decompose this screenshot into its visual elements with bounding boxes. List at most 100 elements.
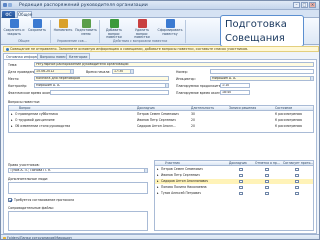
approve-checkbox[interactable] [295,167,299,172]
mark-checkbox[interactable] [265,173,269,178]
save-button[interactable]: Сохранить [26,19,48,39]
planned-end-field[interactable]: 18:40 [220,90,250,95]
expand-icon[interactable]: ▸ [157,185,159,190]
col-speaker[interactable]: Докладчик [137,106,155,111]
attachments-label: Сопроводительные файлы: [8,206,55,210]
group-separator [99,20,100,43]
save-close-icon [9,19,19,28]
controller-field[interactable]: Мирошин А. А. [34,83,169,88]
planned-duration-field[interactable]: 1:10 [220,83,250,88]
table-row[interactable]: ▸ Петров Семен Семенович [155,167,313,172]
participant-name: Тузов Алексей Петрович [161,191,202,195]
expand-icon[interactable]: ▸ [157,179,159,184]
expand-icon[interactable]: ▸ [11,112,13,117]
add-agenda-question-button[interactable]: Добавить вопрос повестки [101,19,127,39]
speaker-checkbox[interactable] [239,191,243,196]
chevron-down-icon[interactable] [310,77,313,80]
delete-question-icon [137,19,147,28]
build-agenda-button[interactable]: Сформировать повестку [157,19,183,39]
group-label-general: Общее [18,39,30,43]
col-question[interactable]: Вопрос [19,106,31,111]
mark-checkbox[interactable] [265,179,269,184]
prepare-menu-button[interactable]: Подготовить меню [75,19,97,39]
col-speaker[interactable]: Докладчик [229,161,247,166]
table-row[interactable]: ▸ Тузов Алексей Петрович [155,191,313,196]
speaker-checkbox[interactable] [239,185,243,190]
table-row[interactable]: ▸ Иванов Петр Сергеевич [155,173,313,178]
delete-agenda-question-button[interactable]: Удалить вопрос повестки [129,19,155,39]
save-and-close-button[interactable]: Сохранить и закрыть [3,19,25,39]
participants-grid-header: Участник Докладчик Отметка о пр... Согла… [155,161,313,166]
mark-checkbox[interactable] [265,167,269,172]
col-mark[interactable]: Отметка о пр... [255,161,281,166]
col-participant[interactable]: Участник [165,161,180,166]
expand-icon[interactable]: ▸ [157,191,159,196]
participant-name: Попова Полина Николаевна [161,185,207,189]
folder-path: Folders\Папки сотрудников\Мирошин [7,236,72,240]
approve-checkbox[interactable] [295,191,299,196]
agenda-grid: Вопрос Докладчик Длительность Записи реш… [8,105,314,133]
participant-name: Сидоров Антон Аполлонович [161,179,209,183]
participants-grid: Участник Докладчик Отметка о пр... Согла… [154,160,314,231]
remind-button[interactable]: Напомнить [52,19,74,39]
speaker-checkbox[interactable] [239,167,243,172]
calendar-icon[interactable] [70,70,73,73]
speaker-checkbox[interactable] [239,179,243,184]
table-row[interactable]: ▸ Попова Полина Николаевна [155,185,313,190]
menu-icon [81,19,91,28]
maximize-button[interactable]: □ [301,2,308,8]
table-row[interactable]: ▸ Сидоров Антон Аполлонович [155,179,313,184]
number-field[interactable] [210,69,314,74]
approve-checkbox[interactable] [295,185,299,190]
place-field[interactable]: Комната для переговоров [34,76,169,81]
actual-end-field[interactable] [50,90,169,95]
close-button[interactable]: × [309,2,316,8]
extra-people-label: Дополнительные люди: [8,177,49,181]
time-field[interactable]: 17:30 [112,69,134,74]
col-approves-protocol[interactable]: Согласует прото... [283,161,313,166]
extra-people-field[interactable] [8,182,148,194]
topic-field[interactable]: Регулярное распоряжение руководителя орг… [34,62,314,67]
speaker-checkbox[interactable] [239,173,243,178]
col-state[interactable]: Состояние [275,106,292,111]
chevron-down-icon[interactable] [130,70,133,73]
group-label-meeting-management: Управление сов... [57,39,87,43]
mark-checkbox[interactable] [265,191,269,196]
approve-checkbox[interactable] [295,179,299,184]
topic-label: Тема: [8,63,18,67]
undo-icon[interactable] [8,3,12,7]
approve-checkbox[interactable] [295,173,299,178]
expand-icon[interactable]: ▸ [157,173,159,178]
col-decision-notes[interactable]: Записи решения [229,106,256,111]
initiator-field[interactable]: Мирошин А. А. [210,76,314,81]
minimize-button[interactable]: – [293,2,300,8]
save-icon [32,19,42,28]
save-icon[interactable] [3,3,7,7]
title-bar: Редакция распоряжений руководителя орган… [1,1,319,10]
group-separator [185,20,186,43]
approval-checkbox[interactable] [8,198,12,202]
table-row[interactable]: ▸ О проведении субботника Петров Семен С… [9,112,313,117]
table-row[interactable]: ▸ Об изменении стиля руководства Сидоров… [9,124,313,129]
controller-label: Контролёр: [8,84,28,88]
col-duration[interactable]: Длительность [191,106,214,111]
table-row[interactable]: ▸ О трудовой дисциплине Иванов Петр Серг… [9,118,313,123]
invitees-field[interactable]: Тузов А. П.; Попова П. Я. [8,168,148,173]
mark-checkbox[interactable] [265,185,269,190]
chevron-down-icon[interactable] [165,84,168,87]
date-field[interactable]: 15.06.2012 [34,69,74,74]
folder-icon [2,236,6,239]
caption-line-1: Подготовка [225,19,287,30]
expand-icon[interactable]: ▸ [11,124,13,129]
expand-icon[interactable]: ▸ [157,167,159,172]
attachments-field[interactable] [8,211,148,231]
chevron-down-icon[interactable] [144,169,147,172]
participant-name: Петров Семен Семенович [161,167,203,171]
expand-icon[interactable]: ▸ [11,118,13,123]
file-tab[interactable]: ФС [2,11,15,18]
status-bar: Folders\Папки сотрудников\Мирошин [1,234,319,240]
invitees-label: Право участников: [8,163,40,167]
place-label: Место: [8,77,20,81]
caption-overlay: Подготовка Совещания [220,15,304,47]
application-window: Редакция распоряжений руководителя орган… [0,0,320,240]
